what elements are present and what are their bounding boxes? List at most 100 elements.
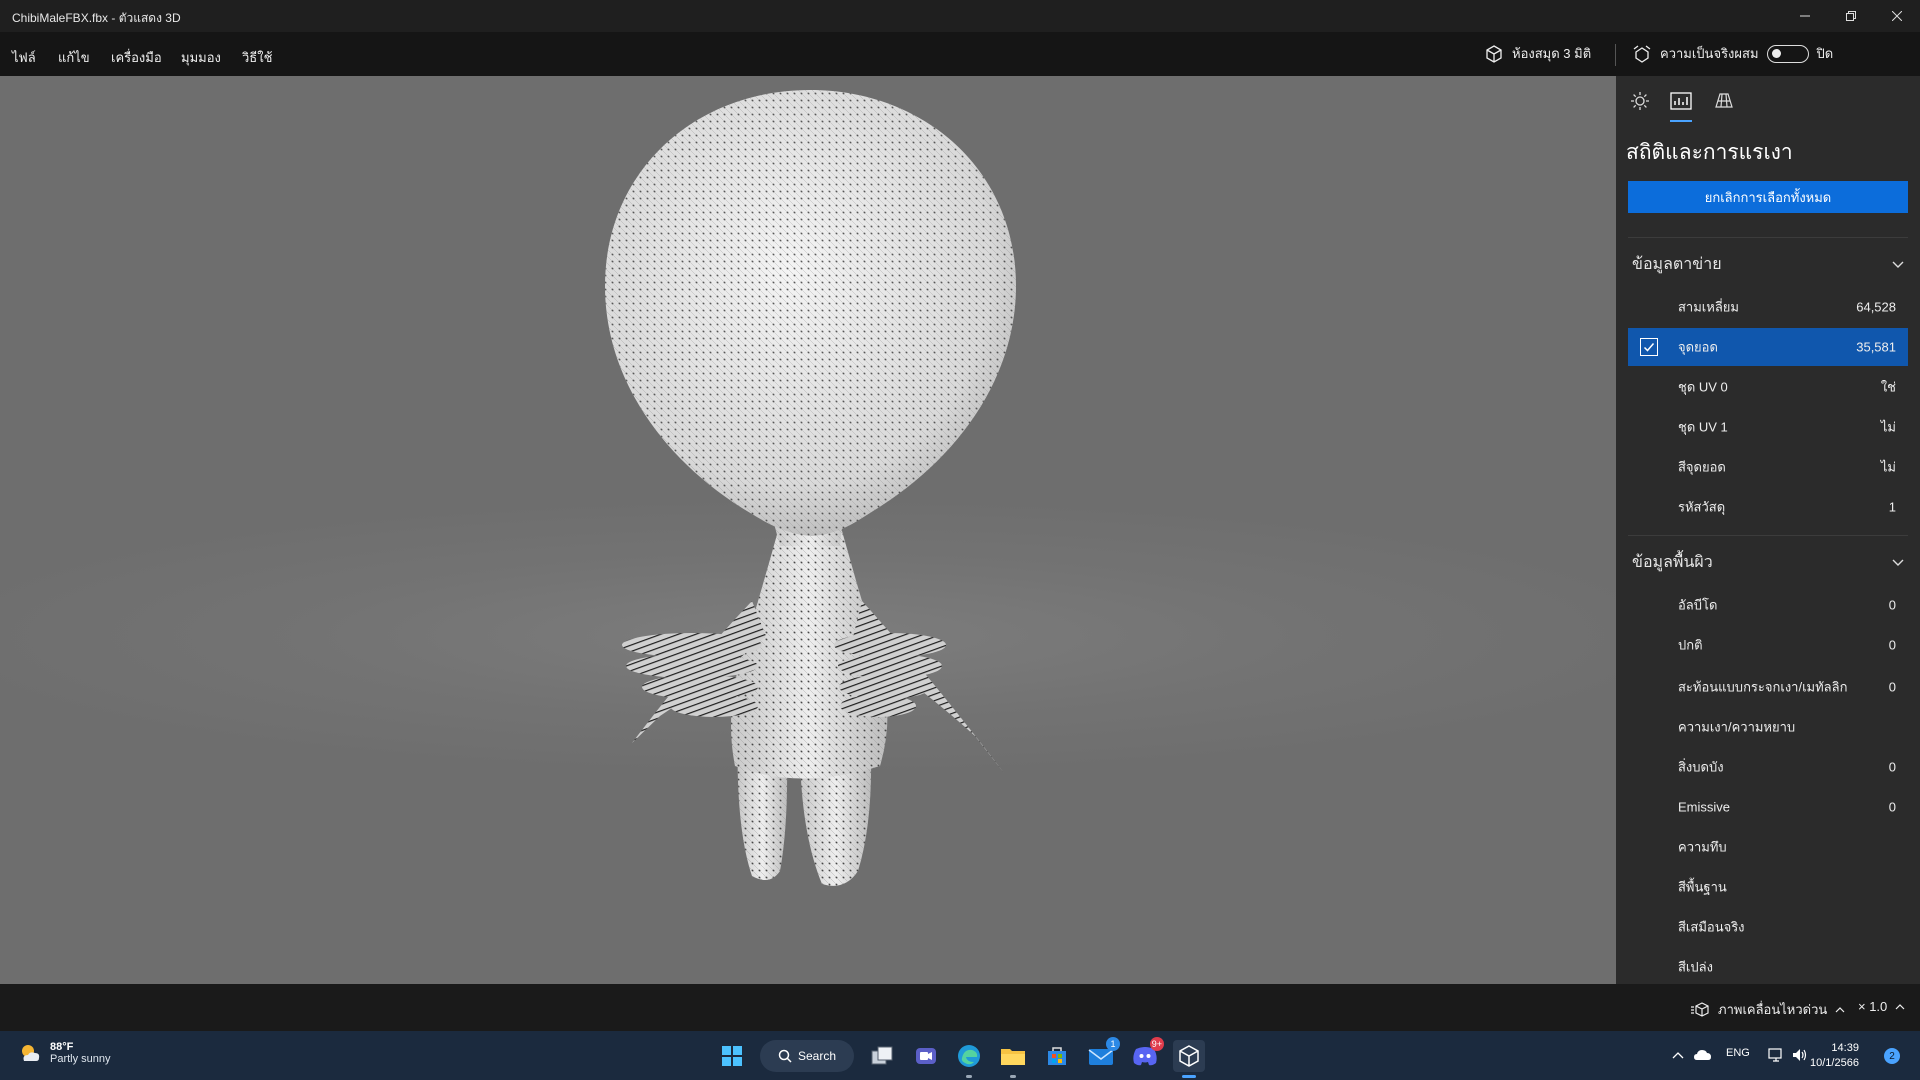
surface-row-base-color[interactable]: สีพื้นฐาน xyxy=(1628,868,1908,906)
row-value: 0 xyxy=(1888,679,1896,695)
search-label: Search xyxy=(797,1049,837,1063)
meet-button[interactable] xyxy=(910,1040,942,1072)
surface-row-occlusion[interactable]: สิ่งบดบัง 0 xyxy=(1628,748,1908,786)
chevron-up-icon xyxy=(1835,1006,1845,1012)
mail-badge: 1 xyxy=(1106,1037,1120,1051)
status-bar: ภาพเคลื่อนไหวด่วน × 1.0 xyxy=(0,984,1920,1031)
volume-icon[interactable] xyxy=(1792,1047,1808,1063)
surface-row-albedo[interactable]: อัลบีโด 0 xyxy=(1628,586,1908,624)
chevron-down-icon[interactable] xyxy=(1890,256,1906,272)
store-icon xyxy=(1048,1047,1066,1065)
toggle-knob xyxy=(1771,48,1781,58)
section-divider xyxy=(1628,535,1908,536)
mesh-row-uv0[interactable]: ชุด UV 0 ใช่ xyxy=(1628,368,1908,406)
row-label: สีพื้นฐาน xyxy=(1678,879,1727,895)
search-button[interactable]: Search xyxy=(760,1040,854,1072)
minimize-button[interactable] xyxy=(1782,0,1828,32)
clock-time: 14:39 xyxy=(1831,1042,1859,1054)
running-indicator xyxy=(966,1075,972,1078)
active-tab-indicator xyxy=(1670,120,1692,122)
row-value: 64,528 xyxy=(1856,299,1896,315)
model-canvas[interactable] xyxy=(0,76,1616,984)
onedrive-icon[interactable] xyxy=(1694,1048,1712,1062)
row-label: ชุด UV 0 xyxy=(1678,379,1728,395)
edge-button[interactable] xyxy=(953,1040,985,1078)
menu-tools[interactable]: เครื่องมือ xyxy=(111,47,162,68)
check-icon xyxy=(1643,343,1655,352)
surface-row-emissive[interactable]: Emissive 0 xyxy=(1628,788,1908,826)
section-divider xyxy=(1628,237,1908,238)
mesh-row-material-id[interactable]: รหัสวัสดุ 1 xyxy=(1628,488,1908,526)
deselect-all-button[interactable]: ยกเลิกการเลือกทั้งหมด xyxy=(1628,181,1908,213)
store-button[interactable] xyxy=(1041,1040,1073,1072)
3d-viewer-button[interactable] xyxy=(1173,1040,1205,1078)
row-label: สามเหลี่ยม xyxy=(1678,299,1739,315)
mixed-reality-label: ความเป็นจริงผสม xyxy=(1660,46,1759,61)
row-label: จุดยอด xyxy=(1678,339,1718,355)
3d-library-button[interactable]: ห้องสมุด 3 มิติ xyxy=(1484,43,1591,64)
3d-viewport[interactable] xyxy=(0,76,1616,984)
chevron-up-icon xyxy=(1895,1003,1905,1009)
3d-viewer-icon xyxy=(1179,1045,1199,1067)
restore-button[interactable] xyxy=(1828,0,1874,32)
weather-widget[interactable]: 88°F Partly sunny xyxy=(18,1041,111,1065)
mixed-reality-icon xyxy=(1633,44,1651,63)
close-icon xyxy=(1892,11,1902,21)
tab-grid[interactable] xyxy=(1710,88,1738,114)
menu-help[interactable]: วิธีใช้ xyxy=(242,47,272,68)
weather-temp: 88°F xyxy=(50,1041,74,1053)
tab-stats[interactable] xyxy=(1667,88,1695,114)
clock-date: 10/1/2566 xyxy=(1810,1057,1859,1069)
task-view-icon xyxy=(871,1046,893,1065)
menu-view[interactable]: มุมมอง xyxy=(181,47,221,68)
clock[interactable]: 14:39 10/1/2566 xyxy=(1810,1041,1859,1071)
speed-label: × 1.0 xyxy=(1858,999,1888,1014)
mixed-reality-toggle[interactable] xyxy=(1766,44,1809,63)
mixed-reality-group: ความเป็นจริงผสม ปิด xyxy=(1632,43,1833,64)
row-value: 0 xyxy=(1888,799,1896,815)
notification-badge[interactable]: 2 xyxy=(1884,1048,1900,1064)
surface-row-gloss-roughness[interactable]: ความเงา/ความหยาบ xyxy=(1628,708,1908,746)
mesh-row-vertex-color[interactable]: สีจุดยอด ไม่ xyxy=(1628,448,1908,486)
menu-file[interactable]: ไฟล์ xyxy=(12,47,36,68)
quick-animation-button[interactable]: ภาพเคลื่อนไหวด่วน xyxy=(1690,999,1845,1020)
surface-row-opacity[interactable]: ความทึบ xyxy=(1628,828,1908,866)
network-icon[interactable] xyxy=(1768,1047,1784,1063)
language-indicator[interactable]: ENG xyxy=(1726,1047,1750,1059)
mail-button[interactable]: 1 xyxy=(1085,1037,1120,1072)
menu-edit[interactable]: แก้ไข xyxy=(58,47,90,68)
file-explorer-icon xyxy=(1001,1049,1025,1065)
row-label: สีเสมือนจริง xyxy=(1678,919,1745,935)
surface-row-emissive-color[interactable]: สีเปล่ง xyxy=(1628,948,1908,984)
speed-button[interactable]: × 1.0 xyxy=(1858,999,1905,1014)
chibi-model[interactable] xyxy=(605,90,1016,886)
window-title: ChibiMaleFBX.fbx - ตัวแสดง 3D xyxy=(12,11,181,25)
tab-lighting[interactable] xyxy=(1626,88,1654,114)
task-view-button[interactable] xyxy=(866,1040,898,1072)
vertices-checkbox[interactable] xyxy=(1640,338,1658,356)
mesh-row-vertices[interactable]: จุดยอด 35,581 xyxy=(1628,328,1908,366)
surface-row-realistic-color[interactable]: สีเสมือนจริง xyxy=(1628,908,1908,946)
surface-row-specular-metallic[interactable]: สะท้อนแบบกระจกเงา/เมทัลลิก 0 xyxy=(1628,665,1908,709)
file-explorer-button[interactable] xyxy=(997,1040,1029,1078)
row-value: 35,581 xyxy=(1856,339,1896,355)
active-app-indicator xyxy=(1182,1075,1196,1078)
close-button[interactable] xyxy=(1874,0,1920,32)
chevron-down-icon[interactable] xyxy=(1890,554,1906,570)
surface-row-normal[interactable]: ปกติ 0 xyxy=(1628,626,1908,664)
taskbar: 88°F Partly sunny Search 1 9+ ENG 14:39 … xyxy=(0,1031,1920,1080)
sun-icon xyxy=(1631,92,1649,110)
start-button[interactable] xyxy=(716,1040,748,1072)
3d-library-label: ห้องสมุด 3 มิติ xyxy=(1512,46,1592,61)
row-label: สะท้อนแบบกระจกเงา/เมทัลลิก xyxy=(1678,679,1848,695)
discord-button[interactable]: 9+ xyxy=(1129,1037,1164,1072)
chevron-up-icon[interactable] xyxy=(1672,1050,1684,1062)
mesh-row-triangles[interactable]: สามเหลี่ยม 64,528 xyxy=(1628,288,1908,326)
mesh-section-header[interactable]: ข้อมูลตาข่าย xyxy=(1632,252,1722,277)
side-panel: สถิติและการแรเงา ยกเลิกการเลือกทั้งหมด ข… xyxy=(1616,76,1920,984)
menu-divider xyxy=(1615,44,1616,66)
mesh-row-uv1[interactable]: ชุด UV 1 ไม่ xyxy=(1628,408,1908,446)
discord-badge: 9+ xyxy=(1149,1037,1164,1051)
surface-section-header[interactable]: ข้อมูลพื้นผิว xyxy=(1632,550,1713,575)
start-icon xyxy=(722,1046,742,1066)
